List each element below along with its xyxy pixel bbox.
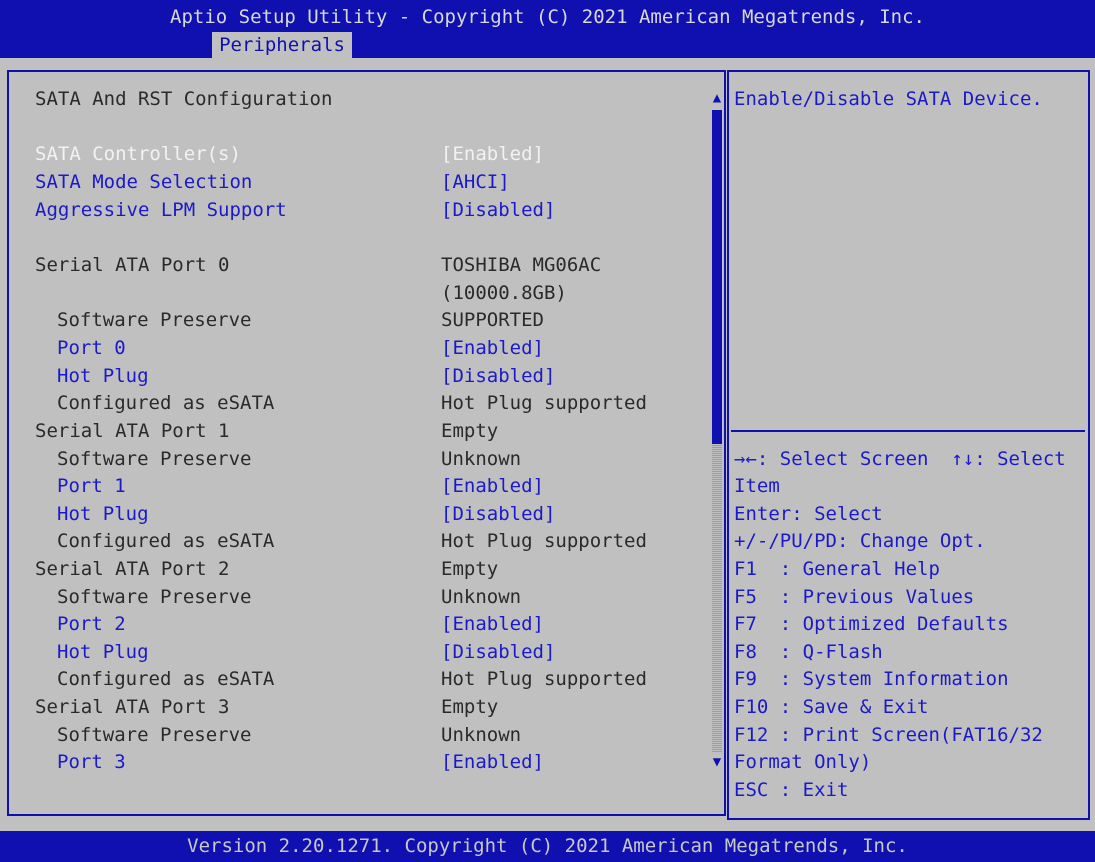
port-1-value[interactable]: [Enabled] (441, 473, 544, 501)
help-key-f12: F12 : Print Screen(FAT16/32 (734, 724, 1043, 746)
help-key-item: Item (734, 475, 780, 497)
tab-peripherals[interactable]: Peripherals (212, 32, 352, 58)
serial-ata-port-0-size: (10000.8GB) (441, 282, 567, 304)
software-preserve-1-value: Unknown (441, 448, 522, 470)
esata-2-value: Hot Plug supported (441, 668, 647, 690)
help-divider (731, 430, 1085, 432)
section-title: SATA And RST Configuration (35, 88, 333, 110)
software-preserve-2-label: Software Preserve (57, 586, 252, 608)
hot-plug-1-label[interactable]: Hot Plug (57, 501, 149, 529)
hot-plug-0-label[interactable]: Hot Plug (57, 363, 149, 391)
help-key-change-opt: +/-/PU/PD: Change Opt. (734, 530, 986, 552)
hot-plug-0-value[interactable]: [Disabled] (441, 363, 555, 391)
aggressive-lpm-label[interactable]: Aggressive LPM Support (35, 197, 287, 225)
port-2-label[interactable]: Port 2 (57, 611, 126, 639)
port-3-label[interactable]: Port 3 (57, 749, 126, 777)
port-0-label[interactable]: Port 0 (57, 335, 126, 363)
scrollbar-rest[interactable] (712, 444, 722, 752)
help-key-f12-cont: Format Only) (734, 751, 872, 773)
scrollbar-thumb[interactable] (712, 110, 722, 444)
port-2-value[interactable]: [Enabled] (441, 611, 544, 639)
port-1-label[interactable]: Port 1 (57, 473, 126, 501)
help-key-f5: F5 : Previous Values (734, 586, 975, 608)
scroll-up-arrow-icon[interactable]: ▲ (710, 88, 724, 108)
help-key-f9: F9 : System Information (734, 668, 1009, 690)
software-preserve-3-value: Unknown (441, 724, 522, 746)
hot-plug-2-value[interactable]: [Disabled] (441, 639, 555, 667)
help-key-f1: F1 : General Help (734, 558, 940, 580)
esata-0-value: Hot Plug supported (441, 392, 647, 414)
help-key-enter: Enter: Select (734, 503, 883, 525)
serial-ata-port-1-value: Empty (441, 420, 499, 442)
serial-ata-port-1-label: Serial ATA Port 1 (35, 420, 230, 442)
software-preserve-0-label: Software Preserve (57, 309, 252, 331)
scrollbar-track[interactable] (712, 110, 722, 752)
esata-0-label: Configured as eSATA (57, 392, 275, 414)
serial-ata-port-3-label: Serial ATA Port 3 (35, 696, 230, 718)
hot-plug-2-label[interactable]: Hot Plug (57, 639, 149, 667)
esata-1-label: Configured as eSATA (57, 530, 275, 552)
title-bar: Aptio Setup Utility - Copyright (C) 2021… (0, 0, 1095, 58)
help-key-f10: F10 : Save & Exit (734, 696, 929, 718)
software-preserve-0-value: SUPPORTED (441, 309, 544, 331)
sata-controller-value[interactable]: [Enabled] (441, 141, 544, 169)
hot-plug-1-value[interactable]: [Disabled] (441, 501, 555, 529)
serial-ata-port-0-label: Serial ATA Port 0 (35, 254, 230, 276)
sata-mode-selection-label[interactable]: SATA Mode Selection (35, 169, 252, 197)
help-key-select-screen: →←: Select Screen ↑↓: Select (734, 448, 1066, 470)
port-0-value[interactable]: [Enabled] (441, 335, 544, 363)
help-key-f8: F8 : Q-Flash (734, 641, 883, 663)
aggressive-lpm-value[interactable]: [Disabled] (441, 197, 555, 225)
software-preserve-2-value: Unknown (441, 586, 522, 608)
status-bar: Version 2.20.1271. Copyright (C) 2021 Am… (0, 831, 1095, 862)
scroll-down-arrow-icon[interactable]: ▼ (710, 752, 724, 772)
sata-mode-selection-value[interactable]: [AHCI] (441, 169, 510, 197)
help-key-esc: ESC : Exit (734, 779, 849, 801)
serial-ata-port-0-device: TOSHIBA MG06AC (441, 254, 602, 276)
esata-2-label: Configured as eSATA (57, 668, 275, 690)
esata-1-value: Hot Plug supported (441, 530, 647, 552)
version-text: Version 2.20.1271. Copyright (C) 2021 Am… (187, 835, 908, 857)
serial-ata-port-2-value: Empty (441, 558, 499, 580)
serial-ata-port-3-value: Empty (441, 696, 499, 718)
software-preserve-3-label: Software Preserve (57, 724, 252, 746)
help-key-f7: F7 : Optimized Defaults (734, 613, 1009, 635)
port-3-value[interactable]: [Enabled] (441, 749, 544, 777)
sata-controller-label[interactable]: SATA Controller(s) (35, 141, 241, 169)
help-description: Enable/Disable SATA Device. (734, 88, 1043, 110)
software-preserve-1-label: Software Preserve (57, 448, 252, 470)
serial-ata-port-2-label: Serial ATA Port 2 (35, 558, 230, 580)
app-title: Aptio Setup Utility - Copyright (C) 2021… (170, 6, 925, 28)
